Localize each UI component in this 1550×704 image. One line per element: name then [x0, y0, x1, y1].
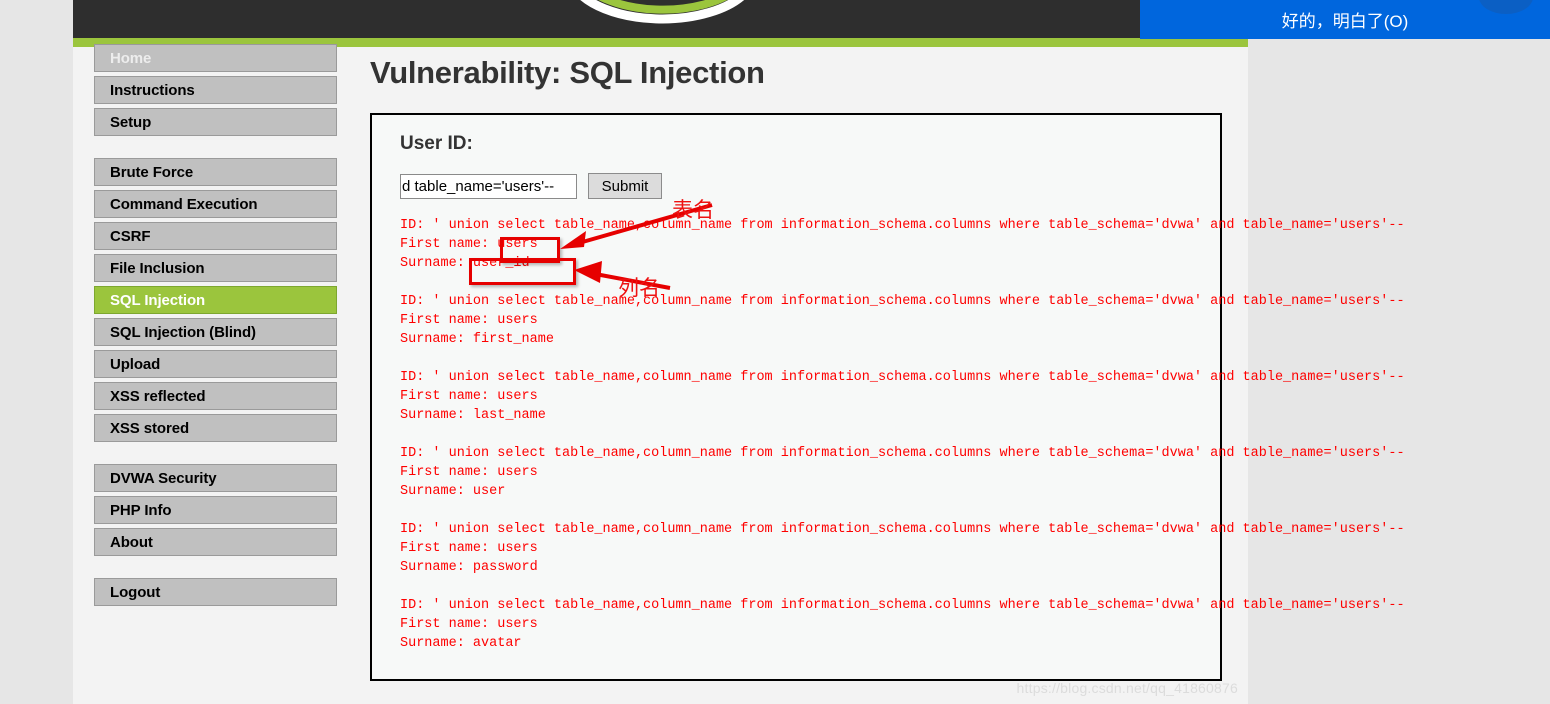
- result-surname: Surname: avatar: [400, 636, 522, 651]
- main-content: Vulnerability: SQL Injection User ID: Su…: [370, 55, 1405, 681]
- user-id-input[interactable]: [400, 173, 577, 199]
- sidebar-item-command-execution[interactable]: Command Execution: [94, 190, 337, 218]
- sidebar-item-logout[interactable]: Logout: [94, 578, 337, 606]
- result-block: ID: ' union select table_name,column_nam…: [400, 520, 1405, 577]
- result-id-line: ID: ' union select table_name,column_nam…: [400, 522, 1405, 537]
- sidebar-item-xss-reflected[interactable]: XSS reflected: [94, 382, 337, 410]
- result-surname: Surname: last_name: [400, 408, 546, 423]
- result-first-name: First name: users: [400, 465, 538, 480]
- confirm-dialog-button-label: 好的，明白了(O): [1281, 12, 1409, 31]
- dialog-shadow-decoration: [1479, 0, 1533, 14]
- sidebar-item-setup[interactable]: Setup: [94, 108, 337, 136]
- query-results: ID: ' union select table_name,column_nam…: [400, 216, 1405, 653]
- sidebar-item-php-info[interactable]: PHP Info: [94, 496, 337, 524]
- sidebar-item-sql-injection-blind[interactable]: SQL Injection (Blind): [94, 318, 337, 346]
- result-surname: Surname: first_name: [400, 332, 554, 347]
- web-page: DVWA Home Instructions Setup Brute Force…: [73, 0, 1405, 704]
- sidebar-item-home[interactable]: Home: [94, 44, 337, 72]
- sidebar-item-csrf[interactable]: CSRF: [94, 222, 337, 250]
- confirm-dialog-button[interactable]: 好的，明白了(O): [1140, 0, 1550, 39]
- sidebar-item-about[interactable]: About: [94, 528, 337, 556]
- sidebar-group-general: Home Instructions Setup: [94, 44, 337, 136]
- sidebar-group-settings: DVWA Security PHP Info About: [94, 464, 337, 556]
- result-block: ID: ' union select table_name,column_nam…: [400, 216, 1405, 273]
- vulnerability-panel: User ID: Submit ID: ' union select table…: [370, 113, 1405, 681]
- sidebar: Home Instructions Setup Brute Force Comm…: [94, 44, 337, 628]
- result-block: ID: ' union select table_name,column_nam…: [400, 292, 1405, 349]
- result-first-name: First name: users: [400, 313, 538, 328]
- result-id-line: ID: ' union select table_name,column_nam…: [400, 598, 1405, 613]
- result-first-name: First name: users: [400, 237, 538, 252]
- result-id-line: ID: ' union select table_name,column_nam…: [400, 294, 1405, 309]
- result-block: ID: ' union select table_name,column_nam…: [400, 444, 1405, 501]
- sidebar-group-vulnerabilities: Brute Force Command Execution CSRF File …: [94, 158, 337, 442]
- result-id-line: ID: ' union select table_name,column_nam…: [400, 218, 1405, 233]
- result-id-line: ID: ' union select table_name,column_nam…: [400, 370, 1405, 385]
- site-header: DVWA: [73, 0, 1248, 38]
- sidebar-item-sql-injection[interactable]: SQL Injection: [94, 286, 337, 314]
- result-first-name: First name: users: [400, 617, 538, 632]
- user-id-label: User ID:: [400, 133, 473, 154]
- sidebar-item-xss-stored[interactable]: XSS stored: [94, 414, 337, 442]
- result-block: ID: ' union select table_name,column_nam…: [400, 596, 1405, 653]
- result-block: ID: ' union select table_name,column_nam…: [400, 368, 1405, 425]
- screenshot-root: DVWA Home Instructions Setup Brute Force…: [0, 0, 1550, 704]
- sidebar-item-file-inclusion[interactable]: File Inclusion: [94, 254, 337, 282]
- dvwa-logo: DVWA: [560, 0, 760, 38]
- submit-button[interactable]: Submit: [588, 173, 662, 199]
- result-surname: Surname: user: [400, 484, 506, 499]
- sidebar-item-brute-force[interactable]: Brute Force: [94, 158, 337, 186]
- result-surname: Surname: user_id: [400, 256, 530, 271]
- result-first-name: First name: users: [400, 389, 538, 404]
- sidebar-item-upload[interactable]: Upload: [94, 350, 337, 378]
- sql-injection-form: Submit: [400, 173, 1220, 199]
- sidebar-item-instructions[interactable]: Instructions: [94, 76, 337, 104]
- sidebar-item-dvwa-security[interactable]: DVWA Security: [94, 464, 337, 492]
- result-first-name: First name: users: [400, 541, 538, 556]
- result-surname: Surname: password: [400, 560, 538, 575]
- sidebar-group-session: Logout: [94, 578, 337, 606]
- page-title: Vulnerability: SQL Injection: [370, 55, 765, 90]
- result-id-line: ID: ' union select table_name,column_nam…: [400, 446, 1405, 461]
- blog-watermark: https://blog.csdn.net/qq_41860876: [1016, 680, 1238, 696]
